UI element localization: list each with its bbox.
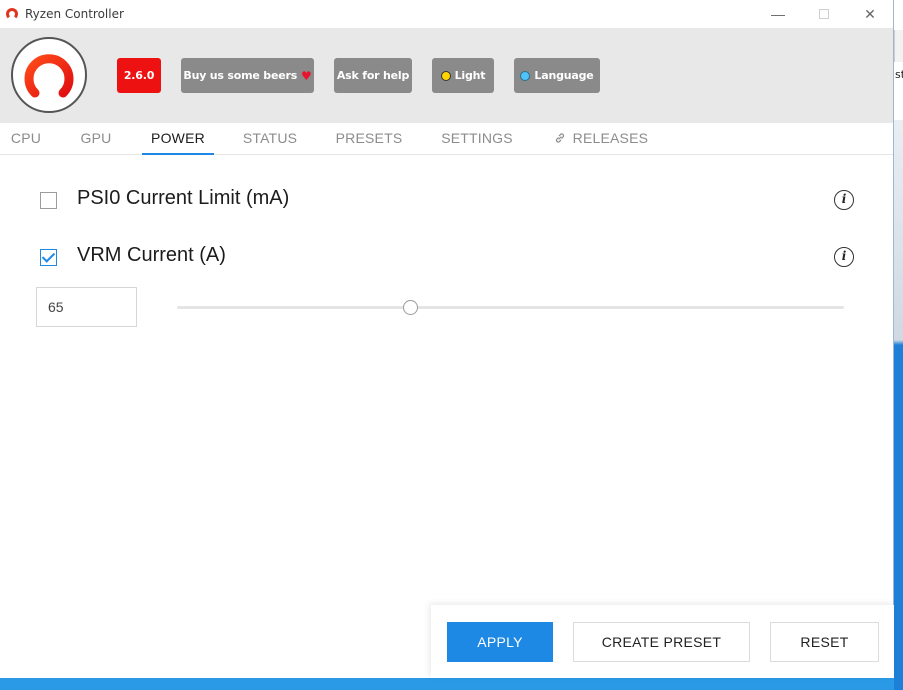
app-header: 2.6.0 Buy us some beers ♥ Ask for help L… — [0, 28, 893, 123]
close-glyph: ✕ — [864, 5, 876, 22]
app-window: Ryzen Controller — ✕ 2.6.0 Buy us some b… — [0, 0, 894, 678]
action-footer: APPLY CREATE PRESET RESET — [431, 605, 894, 678]
tab-presets-label: PRESETS — [335, 130, 403, 146]
tab-releases-label: RELEASES — [572, 130, 649, 146]
title-bar: Ryzen Controller — ✕ — [0, 0, 893, 28]
apply-button[interactable]: APPLY — [447, 622, 553, 662]
globe-icon — [520, 70, 531, 81]
tab-cpu-label: CPU — [10, 130, 42, 146]
tab-settings-label: SETTINGS — [441, 130, 513, 146]
vrm-checkbox[interactable] — [40, 249, 57, 266]
minimize-glyph: — — [771, 6, 785, 22]
power-panel: PSI0 Current Limit (mA) i VRM Current (A… — [0, 155, 893, 678]
background-window-text: str — [895, 68, 903, 81]
create-preset-button[interactable]: CREATE PRESET — [573, 622, 750, 662]
light-theme-button[interactable]: Light — [432, 58, 494, 93]
window-title: Ryzen Controller — [25, 7, 124, 21]
background-window-edge — [894, 30, 903, 62]
tab-bar: CPU GPU POWER STATUS PRESETS SETTINGS RE… — [0, 123, 893, 155]
ask-help-label: Ask for help — [336, 69, 410, 82]
reset-button[interactable]: RESET — [770, 622, 879, 662]
close-icon[interactable]: ✕ — [847, 0, 893, 28]
heart-icon: ♥ — [301, 68, 312, 83]
vrm-label: VRM Current (A) — [77, 244, 226, 266]
tab-gpu-label: GPU — [80, 130, 112, 146]
link-icon-svg — [555, 133, 564, 143]
tab-power-label: POWER — [151, 130, 205, 146]
psi0-info-icon[interactable]: i — [834, 190, 854, 210]
buy-beers-label: Buy us some beers — [183, 69, 298, 82]
tab-gpu[interactable]: GPU — [70, 123, 122, 155]
tab-releases[interactable]: RELEASES — [545, 123, 657, 155]
maximize-icon[interactable] — [801, 0, 847, 28]
reset-label: RESET — [800, 634, 849, 650]
link-icon — [554, 131, 570, 146]
vrm-row: VRM Current (A) i — [0, 242, 893, 272]
language-label: Language — [534, 69, 594, 82]
desktop-background-strip: str — [894, 0, 903, 690]
vrm-slider-track[interactable] — [177, 306, 844, 309]
app-icon — [6, 8, 18, 20]
ryzen-logo-svg — [24, 54, 74, 98]
psi0-label: PSI0 Current Limit (mA) — [77, 187, 290, 209]
minimize-icon[interactable]: — — [755, 0, 801, 28]
tab-status[interactable]: STATUS — [234, 123, 306, 155]
maximize-glyph — [819, 9, 829, 19]
window-controls: — ✕ — [755, 0, 893, 28]
tab-status-label: STATUS — [242, 130, 298, 146]
light-label: Light — [454, 69, 486, 82]
version-badge[interactable]: 2.6.0 — [117, 58, 161, 93]
tab-settings[interactable]: SETTINGS — [432, 123, 522, 155]
create-preset-label: CREATE PRESET — [601, 634, 722, 650]
version-label: 2.6.0 — [123, 69, 155, 82]
apply-label: APPLY — [477, 634, 523, 650]
language-button[interactable]: Language — [514, 58, 600, 93]
vrm-value-input[interactable]: 65 — [36, 287, 137, 327]
ryzen-logo-icon — [11, 37, 87, 113]
tab-power[interactable]: POWER — [142, 123, 214, 155]
vrm-info-icon[interactable]: i — [834, 247, 854, 267]
ask-help-button[interactable]: Ask for help — [334, 58, 412, 93]
vrm-slider-thumb[interactable] — [403, 300, 419, 315]
tab-presets[interactable]: PRESETS — [326, 123, 412, 155]
psi0-checkbox[interactable] — [40, 192, 57, 209]
sun-icon — [440, 70, 451, 81]
psi0-row: PSI0 Current Limit (mA) i — [0, 185, 893, 215]
buy-beers-button[interactable]: Buy us some beers ♥ — [181, 58, 314, 93]
tab-cpu[interactable]: CPU — [0, 123, 52, 155]
